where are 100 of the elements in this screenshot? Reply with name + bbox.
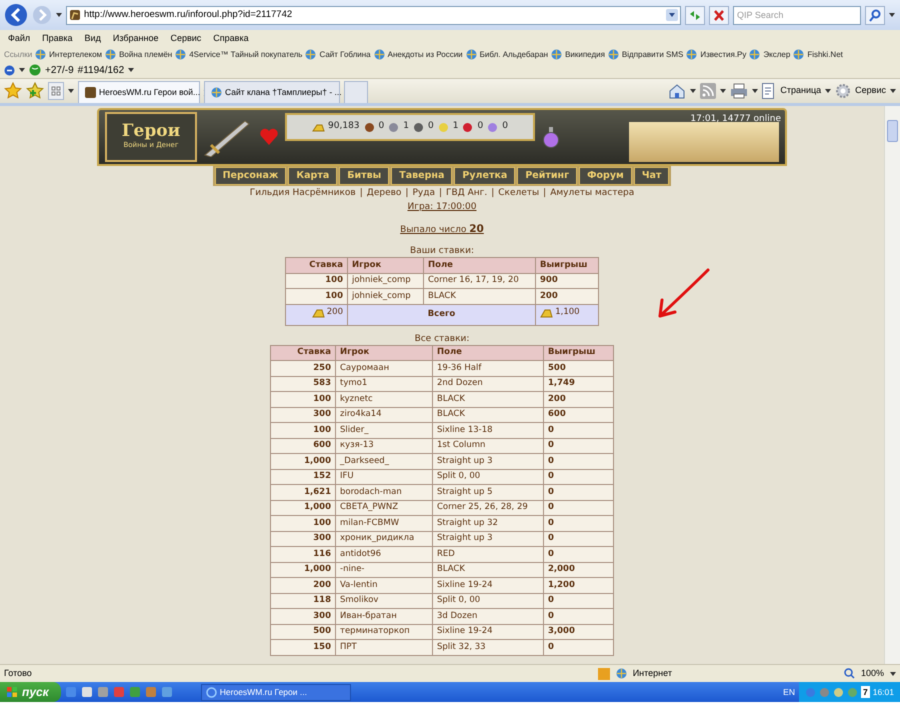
table-cell: 0 <box>544 500 614 516</box>
table-cell: хроник_ридикла <box>336 531 432 546</box>
column-header: Поле <box>424 258 536 273</box>
nav-button[interactable]: Рулетка <box>454 167 516 186</box>
table-cell: johniek_comp <box>348 273 424 288</box>
table-cell: 0 <box>544 608 614 624</box>
search-field[interactable]: QIP Search <box>733 6 861 24</box>
caret-icon[interactable] <box>825 89 832 93</box>
table-cell: 1,000 <box>270 500 336 516</box>
caret-icon[interactable] <box>690 89 696 93</box>
scrollbar[interactable] <box>884 106 900 664</box>
zoom-level[interactable]: 100% <box>860 666 884 680</box>
start-button[interactable]: пуск <box>0 682 61 702</box>
link-item[interactable]: Fishki.Net <box>807 48 843 60</box>
menu-item[interactable]: Правка <box>38 32 77 46</box>
coins-icon <box>312 308 325 318</box>
command-button[interactable]: Сервис <box>855 84 886 98</box>
caret-icon[interactable] <box>56 13 62 17</box>
nav-button[interactable]: Таверна <box>391 167 452 186</box>
caret-icon[interactable] <box>128 68 134 72</box>
address-field[interactable]: http://www.heroeswm.ru/inforoul.php?id=2117742 <box>66 6 681 24</box>
table-cell: antidot96 <box>336 546 432 562</box>
search-icon[interactable] <box>865 6 885 24</box>
heart-icon <box>259 128 279 146</box>
column-header: Поле <box>432 345 544 360</box>
table-cell: 116 <box>270 546 336 562</box>
add-favorite-icon[interactable] <box>26 82 44 100</box>
language-indicator[interactable]: EN <box>783 686 795 698</box>
caret-icon[interactable] <box>890 672 896 676</box>
resource-icon <box>436 122 450 132</box>
menu-item[interactable]: Справка <box>209 32 253 46</box>
table-cell: tymo1 <box>336 376 432 392</box>
nav-button[interactable]: Чат <box>634 167 670 186</box>
guild-link[interactable]: Руда <box>412 187 435 201</box>
resource-count: 1 <box>452 120 458 134</box>
page-icon[interactable] <box>762 83 776 99</box>
refresh-icon[interactable] <box>685 6 705 24</box>
caret-icon[interactable] <box>19 68 25 72</box>
link-item[interactable]: Анекдоты из России <box>388 48 463 60</box>
quick-launch-icon[interactable] <box>80 686 93 698</box>
link-item[interactable]: Википедия <box>565 48 605 60</box>
caret-icon[interactable] <box>68 89 74 93</box>
resource-count: 0 <box>477 120 484 134</box>
command-button[interactable]: Страница <box>780 84 822 98</box>
nav-button[interactable]: Рейтинг <box>517 167 578 186</box>
separator-text: | <box>360 187 363 200</box>
dropdown-icon[interactable] <box>666 9 678 21</box>
table-cell: Corner 25, 26, 28, 29 <box>432 500 544 516</box>
nav-button[interactable]: Карта <box>288 167 338 186</box>
link-item[interactable]: Экслер <box>763 48 790 60</box>
link-item[interactable]: Известия.Ру <box>700 48 746 60</box>
nav-button[interactable]: Персонаж <box>214 167 286 186</box>
back-icon[interactable] <box>4 3 28 27</box>
link-item[interactable]: Война племён <box>119 48 172 60</box>
guild-link[interactable]: ГВД Анг. <box>446 187 488 201</box>
caret-icon[interactable] <box>889 13 895 17</box>
guild-link[interactable]: Дерево <box>366 187 402 201</box>
nav-button[interactable]: Битвы <box>339 167 390 186</box>
menu-item[interactable]: Избранное <box>108 32 162 46</box>
table-cell: 3,000 <box>544 624 614 640</box>
table-cell: 1st Column <box>432 438 544 454</box>
zoom-icon[interactable] <box>844 668 855 679</box>
table-cell: BLACK <box>432 392 544 407</box>
table-cell: _Darkseed_ <box>336 454 432 469</box>
guild-link[interactable]: Скелеты <box>498 187 540 201</box>
table-cell: СВЕТА_PWNZ <box>336 500 432 516</box>
guild-link[interactable]: Амулеты мастера <box>550 187 634 201</box>
game-link[interactable]: Игра: 17:00:00 <box>407 200 476 214</box>
quick-launch-icon[interactable] <box>96 686 109 698</box>
caret-icon[interactable] <box>752 89 758 93</box>
table-cell: 2,000 <box>544 562 614 578</box>
menu-item[interactable]: Сервис <box>166 32 206 46</box>
online-status: 17:01, 14777 online <box>690 113 781 126</box>
nav-button[interactable]: Форум <box>579 167 632 186</box>
table-cell: 1,000 <box>270 562 336 578</box>
caret-icon[interactable] <box>720 89 726 93</box>
link-item[interactable]: Відправити SMS <box>622 48 684 60</box>
link-item[interactable]: Библ. Альдебаран <box>480 48 548 60</box>
column-header: Игрок <box>336 345 432 360</box>
taskbar-button[interactable]: HeroesWM.ru Герои ... <box>200 684 351 700</box>
table-cell: borodach-man <box>336 484 432 500</box>
menu-item[interactable]: Файл <box>4 32 34 46</box>
caret-icon[interactable] <box>890 89 896 93</box>
link-item[interactable]: Сайт Гоблина <box>319 48 371 60</box>
link-item[interactable]: Интертелеком <box>49 48 102 60</box>
star-icon[interactable] <box>4 82 22 100</box>
link-item[interactable]: 4Service™ Тайный покупатель <box>189 48 302 60</box>
home-icon[interactable] <box>668 83 686 99</box>
status-text: Готово <box>4 666 32 680</box>
table-cell: Сауромаан <box>336 360 432 376</box>
clock-text: 16:01 <box>872 686 894 698</box>
result-link[interactable]: Выпало число 20 <box>400 222 484 238</box>
menu-item[interactable]: Вид <box>80 32 105 46</box>
guild-link[interactable]: Гильдия Насрёмников <box>250 187 356 201</box>
tray-badge[interactable]: 7 <box>860 686 870 698</box>
separator-text: | <box>405 187 408 200</box>
printer-icon[interactable] <box>730 83 748 99</box>
stop-icon[interactable] <box>709 6 729 24</box>
browser-tab[interactable]: Сайт клана †Тамплиеры† - ... <box>204 81 340 103</box>
table-cell: Straight up 32 <box>432 516 544 531</box>
